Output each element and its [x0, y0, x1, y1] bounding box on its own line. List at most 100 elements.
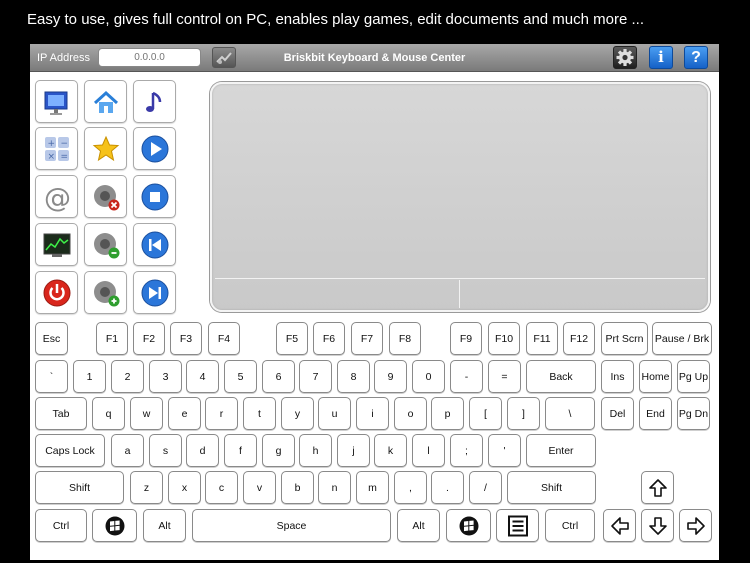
key-d[interactable]: d	[186, 434, 219, 467]
shortcut-calculator-button[interactable]: + − × =	[35, 127, 78, 170]
key-t[interactable]: t	[243, 397, 276, 430]
key-h[interactable]: h	[299, 434, 332, 467]
key-minus[interactable]: -	[450, 360, 483, 393]
key-left-windows[interactable]	[92, 509, 137, 542]
key-4[interactable]: 4	[186, 360, 219, 393]
key-f12[interactable]: F12	[563, 322, 595, 355]
key-k[interactable]: k	[374, 434, 407, 467]
key-period[interactable]: .	[431, 471, 464, 504]
key-f4[interactable]: F4	[208, 322, 240, 355]
key-end[interactable]: End	[639, 397, 672, 430]
key-f[interactable]: f	[224, 434, 257, 467]
key-f6[interactable]: F6	[313, 322, 345, 355]
key-right-ctrl[interactable]: Ctrl	[545, 509, 595, 542]
key-q[interactable]: q	[92, 397, 125, 430]
key-f5[interactable]: F5	[276, 322, 308, 355]
touchpad-right-click[interactable]	[461, 280, 705, 308]
key-f7[interactable]: F7	[351, 322, 383, 355]
key-f1[interactable]: F1	[96, 322, 128, 355]
key-quote[interactable]: '	[488, 434, 521, 467]
key-pg-dn[interactable]: Pg Dn	[677, 397, 710, 430]
key-9[interactable]: 9	[374, 360, 407, 393]
key-prt-scrn[interactable]: Prt Scrn	[601, 322, 648, 355]
shortcut-email-at-button[interactable]: @	[35, 175, 78, 218]
key-2[interactable]: 2	[111, 360, 144, 393]
key-left-shift[interactable]: Shift	[35, 471, 124, 504]
key-backtick[interactable]: `	[35, 360, 68, 393]
touchpad-left-click[interactable]	[215, 280, 460, 308]
settings-button[interactable]	[613, 46, 637, 69]
key-left-alt[interactable]: Alt	[143, 509, 186, 542]
key-x[interactable]: x	[168, 471, 201, 504]
key-enter[interactable]: Enter	[526, 434, 596, 467]
key-right-bracket[interactable]: ]	[507, 397, 540, 430]
key-arrow-down[interactable]	[641, 509, 674, 542]
key-g[interactable]: g	[262, 434, 295, 467]
shortcut-volume-down-button[interactable]	[84, 223, 127, 266]
key-f8[interactable]: F8	[389, 322, 421, 355]
key-f9[interactable]: F9	[450, 322, 482, 355]
key-m[interactable]: m	[356, 471, 389, 504]
key-arrow-up[interactable]	[641, 471, 674, 504]
key-r[interactable]: r	[205, 397, 238, 430]
touchpad[interactable]	[210, 82, 710, 312]
key-comma[interactable]: ,	[394, 471, 427, 504]
key-right-windows[interactable]	[446, 509, 491, 542]
key-w[interactable]: w	[130, 397, 163, 430]
key-y[interactable]: y	[281, 397, 314, 430]
key-space[interactable]: Space	[192, 509, 391, 542]
key-esc[interactable]: Esc	[35, 322, 68, 355]
key-7[interactable]: 7	[299, 360, 332, 393]
key-b[interactable]: b	[281, 471, 314, 504]
key-left-bracket[interactable]: [	[469, 397, 502, 430]
key-l[interactable]: l	[412, 434, 445, 467]
shortcut-power-button[interactable]	[35, 271, 78, 314]
key-equals[interactable]: =	[488, 360, 521, 393]
key-6[interactable]: 6	[262, 360, 295, 393]
key-3[interactable]: 3	[149, 360, 182, 393]
shortcut-next-track-button[interactable]	[133, 271, 176, 314]
key-o[interactable]: o	[394, 397, 427, 430]
key-semicolon[interactable]: ;	[450, 434, 483, 467]
key-right-alt[interactable]: Alt	[397, 509, 440, 542]
key-a[interactable]: a	[111, 434, 144, 467]
key-right-shift[interactable]: Shift	[507, 471, 596, 504]
key-menu[interactable]	[496, 509, 539, 542]
key-arrow-left[interactable]	[603, 509, 636, 542]
key-v[interactable]: v	[243, 471, 276, 504]
shortcut-volume-up-button[interactable]	[84, 271, 127, 314]
help-button[interactable]: ?	[684, 46, 708, 69]
key-s[interactable]: s	[149, 434, 182, 467]
shortcut-music-note-button[interactable]	[133, 80, 176, 123]
key-u[interactable]: u	[318, 397, 351, 430]
key-0[interactable]: 0	[412, 360, 445, 393]
key-p[interactable]: p	[431, 397, 464, 430]
shortcut-volume-mute-button[interactable]	[84, 175, 127, 218]
key-del[interactable]: Del	[601, 397, 634, 430]
key-i[interactable]: i	[356, 397, 389, 430]
key-caps-lock[interactable]: Caps Lock	[35, 434, 105, 467]
shortcut-star-button[interactable]	[84, 127, 127, 170]
shortcut-monitor-graph-button[interactable]	[35, 223, 78, 266]
key-f10[interactable]: F10	[488, 322, 520, 355]
key-e[interactable]: e	[168, 397, 201, 430]
key-j[interactable]: j	[337, 434, 370, 467]
shortcut-previous-track-button[interactable]	[133, 223, 176, 266]
key-arrow-right[interactable]	[679, 509, 712, 542]
key-c[interactable]: c	[205, 471, 238, 504]
shortcut-play-button[interactable]	[133, 127, 176, 170]
key-f11[interactable]: F11	[526, 322, 558, 355]
key-pg-up[interactable]: Pg Up	[677, 360, 710, 393]
key-backslash[interactable]: \	[545, 397, 595, 430]
info-button[interactable]: i	[649, 46, 673, 69]
shortcut-computer-button[interactable]	[35, 80, 78, 123]
key-1[interactable]: 1	[73, 360, 106, 393]
key-left-ctrl[interactable]: Ctrl	[35, 509, 87, 542]
key-home[interactable]: Home	[639, 360, 672, 393]
key-slash[interactable]: /	[469, 471, 502, 504]
key-5[interactable]: 5	[224, 360, 257, 393]
key-8[interactable]: 8	[337, 360, 370, 393]
key-f3[interactable]: F3	[170, 322, 202, 355]
key-ins[interactable]: Ins	[601, 360, 634, 393]
key-pause-brk[interactable]: Pause / Brk	[652, 322, 712, 355]
